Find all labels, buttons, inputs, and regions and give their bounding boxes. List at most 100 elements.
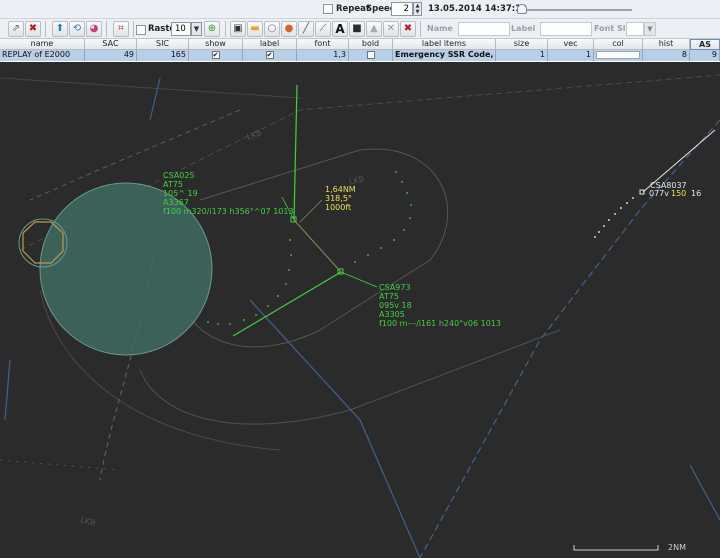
csa025-squawk: A3367	[163, 198, 189, 207]
col-font[interactable]: font	[297, 39, 349, 50]
csa025-speed: 105^ 19	[163, 189, 198, 198]
track-table: name SAC SIC show label font bold label …	[0, 39, 720, 62]
cell-label-items[interactable]: Emergency SSR Code, ACA...	[393, 50, 496, 61]
col-vec[interactable]: vec	[548, 39, 594, 50]
cell-col[interactable]	[594, 50, 643, 61]
pin-icon[interactable]: ⬆	[52, 21, 68, 37]
csa973-speed: 095v 18	[379, 301, 412, 310]
history-dots	[594, 197, 634, 238]
col-as[interactable]: AS	[690, 39, 720, 50]
csa973-type: AT75	[379, 292, 399, 301]
col-hist[interactable]: hist	[643, 39, 690, 50]
color-swatch	[596, 51, 640, 59]
csa8037-level: 150	[671, 189, 686, 198]
history-dots	[354, 171, 412, 263]
csa973-squawk: A3305	[379, 310, 405, 319]
remove-icon[interactable]: ✕	[383, 21, 399, 37]
sector-boundary-3	[689, 464, 720, 521]
circle-tool-icon[interactable]: ○	[264, 21, 280, 37]
filled-circle-icon[interactable]: ●	[281, 21, 297, 37]
replay-timestamp: 13.05.2014 14:37:19	[428, 4, 528, 14]
scale-label: 2NM	[668, 543, 686, 552]
col-col[interactable]: col	[594, 39, 643, 50]
track-csa973[interactable]: CSA973 AT75 095v 18 A3305 f100 m---/i161 h24…	[232, 171, 501, 337]
save-icon[interactable]: ▣	[230, 21, 246, 37]
label-field[interactable]	[540, 22, 592, 36]
cell-show[interactable]: ✔	[189, 50, 243, 61]
radar-display[interactable]: CSA025 AT75 105^ 19 A3367 f100 m320/i173 h35…	[0, 66, 720, 558]
csa025-flight-info: f100 m320/i173 h356°^07 1013	[163, 207, 294, 216]
cell-font[interactable]: 1,3	[297, 50, 349, 61]
delete-icon[interactable]: ✖	[25, 21, 41, 37]
show-checkbox[interactable]: ✔	[211, 50, 220, 59]
svg-text:1,64NM318,5°1000ft: 1,64NM 318,5° 1000ft	[325, 185, 356, 212]
sector-boundary-5	[149, 77, 161, 121]
airspace-outline-2	[0, 77, 301, 99]
label-label: Label	[511, 24, 536, 33]
name-label: Name	[427, 24, 453, 33]
repeat-label: Repeat	[336, 4, 370, 14]
raster-select[interactable]: 10	[171, 22, 191, 36]
cell-size[interactable]: 1	[496, 50, 548, 61]
grid-icon[interactable]: ⌗	[113, 21, 129, 37]
track-csa8037[interactable]: CSA8037 077v 150 16	[594, 129, 716, 238]
csa025-type: AT75	[163, 180, 183, 189]
scale-bar: 2NM	[573, 543, 686, 552]
col-bold[interactable]: bold	[349, 39, 393, 50]
raster-checkbox[interactable]	[136, 25, 146, 35]
csa8037-speed: 077v	[649, 189, 669, 198]
fill-color-icon[interactable]: ■	[349, 21, 365, 37]
select-tool-icon[interactable]: ⇗	[8, 21, 24, 37]
cell-vec[interactable]: 1	[548, 50, 594, 61]
label-checkbox[interactable]: ✔	[265, 50, 274, 59]
col-size[interactable]: size	[496, 39, 548, 50]
measure-bearing: 318,5°	[325, 194, 352, 203]
line-tool-icon[interactable]: ╱	[298, 21, 314, 37]
toolbar: ⇗ ✖ ⬆ ⟲ ◕ ⌗ Raster 10 ▼ ⊕ ▣ ▬ ○ ● ╱ ⟋ A …	[0, 19, 720, 39]
col-show[interactable]: show	[189, 39, 243, 50]
fontsize-field[interactable]	[626, 22, 644, 36]
replay-slider-thumb[interactable]	[517, 4, 527, 14]
crosshair-icon[interactable]: ⊕	[204, 21, 220, 37]
name-field[interactable]	[458, 22, 510, 36]
sector-boundary-4	[4, 359, 11, 421]
color-wheel-icon[interactable]: ◕	[86, 21, 102, 37]
replay-slider-track[interactable]	[522, 9, 632, 11]
cell-label[interactable]: ✔	[243, 50, 297, 61]
measure-leader	[299, 199, 323, 223]
csa973-callsign: CSA973	[379, 283, 411, 292]
history-dots	[207, 239, 292, 325]
cell-sic[interactable]: 165	[137, 50, 189, 61]
col-label[interactable]: label	[243, 39, 297, 50]
clear-icon[interactable]: ▲	[366, 21, 382, 37]
csa025-callsign: CSA025	[163, 171, 195, 180]
raster-dropdown-icon[interactable]: ▼	[191, 22, 202, 36]
cell-name[interactable]: REPLAY of E2000	[0, 50, 85, 61]
cell-as[interactable]: 9	[690, 50, 720, 61]
col-name[interactable]: name	[0, 39, 85, 50]
svg-text:CSA025AT75105^ 19A3367f100 m32: CSA025 AT75 105^ 19 A3367 f100 m320/i173 h35…	[163, 171, 294, 216]
svg-text:CSA973AT75095v 18A3305f100 m--: CSA973 AT75 095v 18 A3305 f100 m---/i161 h24…	[379, 283, 501, 328]
app-window: Repeat Speed: 2 ▲ ▼ 13.05.2014 14:37:19 ⇗…	[0, 0, 720, 558]
map-label-1: LKB	[246, 128, 263, 142]
bold-checkbox[interactable]	[366, 50, 375, 59]
refresh-icon[interactable]: ⟲	[69, 21, 85, 37]
cell-sac[interactable]: 49	[85, 50, 137, 61]
col-label-items[interactable]: label items	[393, 39, 496, 50]
col-sac[interactable]: SAC	[85, 39, 137, 50]
csa973-flight-info: f100 m---/i161 h240°v06 1013	[379, 319, 501, 328]
measure-line	[293, 219, 342, 273]
polyline-tool-icon[interactable]: ⟋	[315, 21, 331, 37]
route-outline	[179, 148, 448, 348]
repeat-checkbox[interactable]	[323, 4, 333, 14]
col-sic[interactable]: SIC	[137, 39, 189, 50]
speed-input[interactable]: 2	[391, 2, 413, 16]
text-tool-icon[interactable]: A	[332, 21, 348, 37]
open-folder-icon[interactable]: ▬	[247, 21, 263, 37]
delete-all-icon[interactable]: ✖	[400, 21, 416, 37]
fontsize-dropdown-icon[interactable]: ▼	[644, 22, 656, 36]
cell-bold[interactable]	[349, 50, 393, 61]
speed-spinner[interactable]: ▲ ▼	[413, 2, 422, 16]
map-label-2: LKB	[348, 174, 365, 187]
cell-hist[interactable]: 8	[643, 50, 690, 61]
